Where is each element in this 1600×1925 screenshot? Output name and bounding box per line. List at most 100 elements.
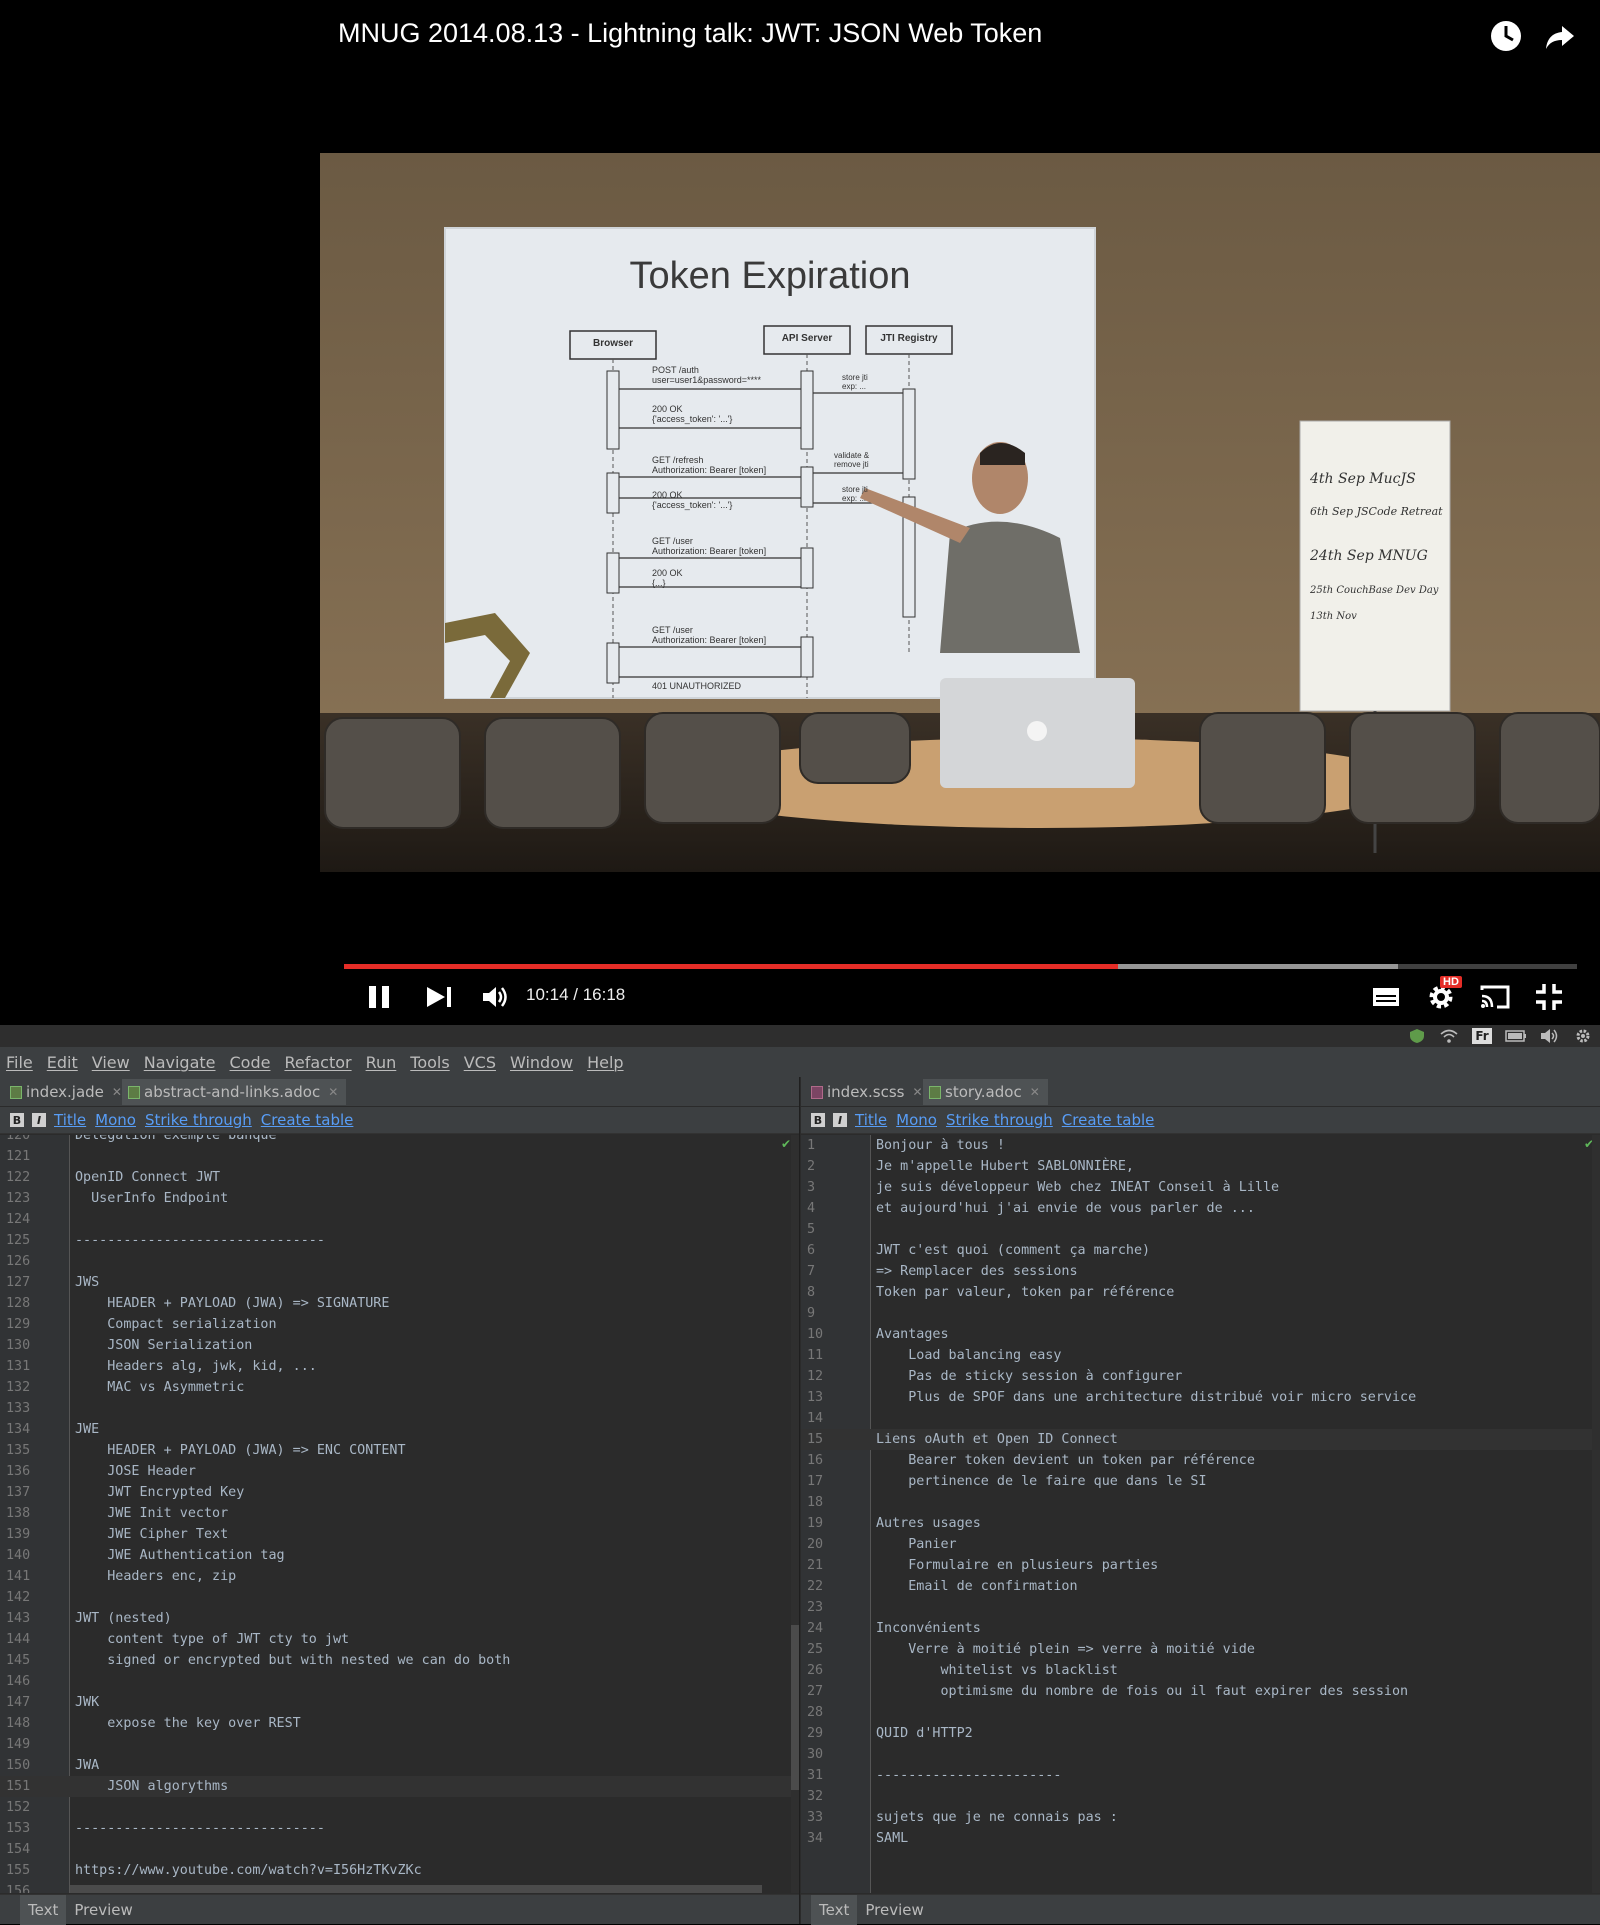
code-line[interactable]: 129 Compact serialization [0, 1314, 799, 1335]
pause-icon[interactable] [364, 980, 394, 1014]
code-line[interactable]: 133 [0, 1398, 799, 1419]
code-line[interactable]: 132 MAC vs Asymmetric [0, 1377, 799, 1398]
title-link[interactable]: Title [54, 1111, 86, 1129]
code-line[interactable]: 146 [0, 1671, 799, 1692]
code-line[interactable]: 145 signed or encrypted but with nested … [0, 1650, 799, 1671]
code-line[interactable]: 150 JWA [0, 1755, 799, 1776]
progress-bar[interactable] [344, 964, 1577, 969]
code-editor[interactable]: 120 Délégation exemple banque 121 122 OpenID… [0, 1135, 799, 1893]
tab-index-jade[interactable]: index.jade ✕ [4, 1079, 130, 1105]
subtitles-icon[interactable] [1370, 980, 1402, 1014]
code-line[interactable]: 20 Panier [801, 1534, 1600, 1555]
code-line[interactable]: 142 [0, 1587, 799, 1608]
exit-fullscreen-icon[interactable] [1532, 980, 1566, 1014]
code-line[interactable]: 149 [0, 1734, 799, 1755]
code-line[interactable]: 12 Pas de sticky session à configurer [801, 1366, 1600, 1387]
text-tab[interactable]: Text [811, 1894, 858, 1925]
code-line[interactable]: 28 [801, 1702, 1600, 1723]
code-line[interactable]: 125 ------------------------------- [0, 1230, 799, 1251]
horizontal-scrollbar[interactable] [70, 1885, 762, 1893]
code-line[interactable]: 10 Avantages [801, 1324, 1600, 1345]
text-tab[interactable]: Text [20, 1894, 67, 1925]
code-line[interactable]: 120 Délégation exemple banque [0, 1135, 799, 1146]
code-line[interactable]: 14 [801, 1408, 1600, 1429]
scroll-thumb[interactable] [791, 1625, 799, 1790]
code-line[interactable]: 31 ----------------------- [801, 1765, 1600, 1786]
menu-run[interactable]: Run [366, 1053, 397, 1072]
code-line[interactable]: 7 => Remplacer des sessions [801, 1261, 1600, 1282]
code-line[interactable]: 121 [0, 1146, 799, 1167]
code-line[interactable]: 153 ------------------------------- [0, 1818, 799, 1839]
code-line[interactable]: 151 JSON algorythms [0, 1776, 799, 1797]
code-line[interactable]: 136 JOSE Header [0, 1461, 799, 1482]
code-line[interactable]: 141 Headers enc, zip [0, 1566, 799, 1587]
battery-icon[interactable] [1505, 1028, 1527, 1044]
volume-icon[interactable] [1540, 1028, 1560, 1044]
code-line[interactable]: 155 https://www.youtube.com/watch?v=I56Hz… [0, 1860, 799, 1881]
code-line[interactable]: 32 [801, 1786, 1600, 1807]
code-line[interactable]: 134 JWE [0, 1419, 799, 1440]
code-line[interactable]: 140 JWE Authentication tag [0, 1545, 799, 1566]
code-line[interactable]: 16 Bearer token devient un token par réf… [801, 1450, 1600, 1471]
menu-window[interactable]: Window [510, 1053, 573, 1072]
menu-navigate[interactable]: Navigate [144, 1053, 216, 1072]
create-table-link[interactable]: Create table [1062, 1111, 1155, 1129]
code-line[interactable]: 29 QUID d'HTTP2 [801, 1723, 1600, 1744]
bold-button[interactable]: B [811, 1113, 825, 1127]
code-line[interactable]: 147 JWK [0, 1692, 799, 1713]
code-line[interactable]: 139 JWE Cipher Text [0, 1524, 799, 1545]
menu-code[interactable]: Code [230, 1053, 271, 1072]
menu-vcs[interactable]: VCS [464, 1053, 496, 1072]
tab-story-adoc[interactable]: story.adoc ✕ [923, 1079, 1048, 1105]
code-line[interactable]: 130 JSON Serialization [0, 1335, 799, 1356]
code-line[interactable]: 1 Bonjour à tous ! [801, 1135, 1600, 1156]
code-line[interactable]: 25 Verre à moitié plein => verre à moiti… [801, 1639, 1600, 1660]
close-icon[interactable]: ✕ [328, 1085, 338, 1099]
code-line[interactable]: 26 whitelist vs blacklist [801, 1660, 1600, 1681]
close-icon[interactable]: ✕ [112, 1085, 122, 1099]
code-line[interactable]: 18 [801, 1492, 1600, 1513]
menu-edit[interactable]: Edit [47, 1053, 78, 1072]
volume-icon[interactable] [480, 980, 510, 1014]
code-line[interactable]: 4 et aujourd'hui j'ai envie de vous parle… [801, 1198, 1600, 1219]
code-line[interactable]: 131 Headers alg, jwk, kid, ... [0, 1356, 799, 1377]
strike-through-link[interactable]: Strike through [145, 1111, 252, 1129]
code-editor[interactable]: 1 Bonjour à tous ! 2 Je m'appelle Hubert SA… [801, 1135, 1600, 1893]
code-line[interactable]: 123 UserInfo Endpoint [0, 1188, 799, 1209]
create-table-link[interactable]: Create table [261, 1111, 354, 1129]
code-line[interactable]: 15 Liens oAuth et Open ID Connect [801, 1429, 1600, 1450]
code-line[interactable]: 21 Formulaire en plusieurs parties [801, 1555, 1600, 1576]
code-line[interactable]: 143 JWT (nested) [0, 1608, 799, 1629]
code-line[interactable]: 17 pertinence de le faire que dans le SI [801, 1471, 1600, 1492]
code-line[interactable]: 152 [0, 1797, 799, 1818]
code-line[interactable]: 23 [801, 1597, 1600, 1618]
preview-tab[interactable]: Preview [857, 1895, 931, 1925]
italic-button[interactable]: I [32, 1113, 46, 1127]
vertical-scrollbar[interactable] [791, 1135, 799, 1893]
shield-icon[interactable] [1408, 1028, 1426, 1044]
code-line[interactable]: 34 SAML [801, 1828, 1600, 1849]
wifi-icon[interactable] [1440, 1028, 1458, 1044]
code-line[interactable]: 122 OpenID Connect JWT [0, 1167, 799, 1188]
title-link[interactable]: Title [855, 1111, 887, 1129]
code-line[interactable]: 11 Load balancing easy [801, 1345, 1600, 1366]
cast-icon[interactable] [1478, 980, 1512, 1014]
code-line[interactable]: 9 [801, 1303, 1600, 1324]
code-line[interactable]: 22 Email de confirmation [801, 1576, 1600, 1597]
mono-link[interactable]: Mono [896, 1111, 937, 1129]
code-line[interactable]: 13 Plus de SPOF dans une architecture di… [801, 1387, 1600, 1408]
code-line[interactable]: 27 optimisme du nombre de fois ou il fau… [801, 1681, 1600, 1702]
code-line[interactable]: 124 [0, 1209, 799, 1230]
code-line[interactable]: 135 HEADER + PAYLOAD (JWA) => ENC CONTEN… [0, 1440, 799, 1461]
strike-through-link[interactable]: Strike through [946, 1111, 1053, 1129]
menu-tools[interactable]: Tools [410, 1053, 449, 1072]
share-icon[interactable] [1540, 16, 1580, 56]
menu-refactor[interactable]: Refactor [284, 1053, 351, 1072]
tab-index-scss[interactable]: index.scss ✕ [805, 1079, 931, 1105]
preview-tab[interactable]: Preview [66, 1895, 140, 1925]
code-line[interactable]: 33 sujets que je ne connais pas : [801, 1807, 1600, 1828]
vertical-scrollbar[interactable] [1592, 1135, 1600, 1893]
code-line[interactable]: 137 JWT Encrypted Key [0, 1482, 799, 1503]
code-line[interactable]: 24 Inconvénients [801, 1618, 1600, 1639]
code-line[interactable]: 154 [0, 1839, 799, 1860]
